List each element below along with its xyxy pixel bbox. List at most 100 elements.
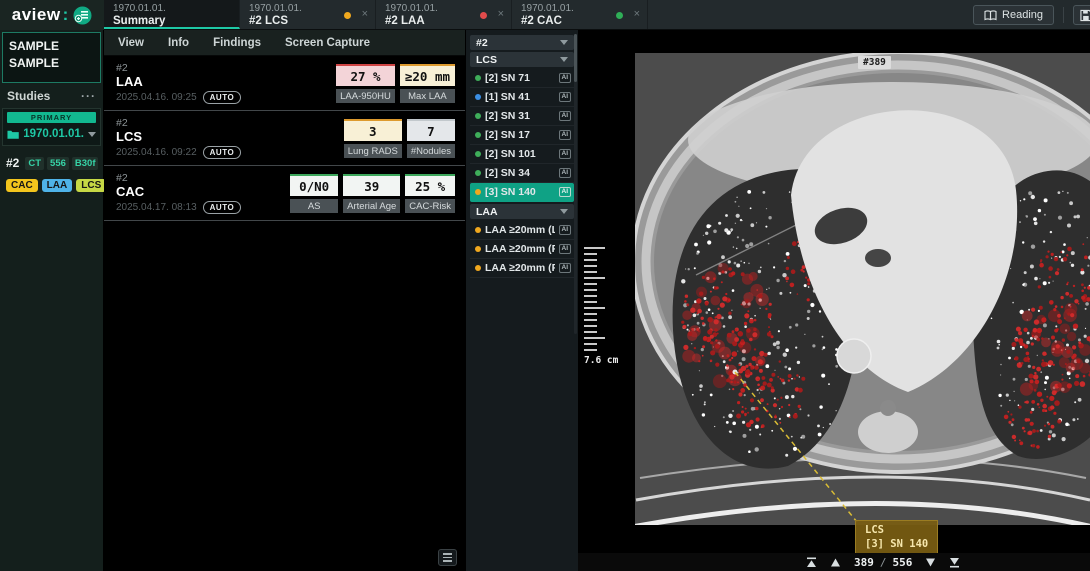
group-select-laa[interactable]: LAA	[470, 204, 574, 219]
tab-status-dot	[344, 12, 351, 19]
auto-mode-badge: AUTO	[203, 91, 242, 104]
annotation-subtitle: [3] SN 140	[865, 537, 928, 551]
metric-label: Max LAA	[400, 89, 455, 103]
chevron-down-icon	[560, 40, 568, 45]
thumbnail-list-button[interactable]	[438, 549, 457, 566]
tab-close-icon[interactable]: ×	[362, 7, 368, 21]
finding-item-2-sn-101[interactable]: [2] SN 101 AI	[470, 145, 574, 164]
topbar-actions: Reading	[973, 0, 1090, 30]
finding-item-laa-20mm-r[interactable]: LAA ≥20mm (R...AI	[470, 259, 574, 278]
first-slice-button[interactable]	[806, 557, 817, 568]
finding-item-2-sn-17[interactable]: [2] SN 17AI	[470, 126, 574, 145]
previous-slice-button[interactable]	[830, 557, 841, 568]
metric-label: CAC-Risk	[405, 199, 455, 213]
study-row[interactable]: 1970.01.01.	[7, 128, 96, 140]
finding-item-laa-20mm-l[interactable]: LAA ≥20mm (L...AI	[470, 221, 574, 240]
ai-badge: AI	[559, 92, 572, 102]
findings-scrollbar[interactable]	[574, 34, 577, 334]
ruler-tick	[584, 271, 597, 273]
ruler-tick	[584, 343, 597, 345]
summary-card-laa[interactable]: #2LAA2025.04.16. 09:25AUTO27 %LAA-950HU≥…	[104, 56, 465, 111]
select-value: #2	[476, 37, 560, 49]
metric-value: 27 %	[336, 64, 395, 86]
series-row[interactable]: #2 CT 556 B30f	[0, 146, 103, 170]
findings-panel: #2LCS[2] SN 71AI[1] SN 41AI[2] SN 31AI[2…	[465, 30, 578, 571]
summary-card-lcs[interactable]: #2LCS2025.04.16. 09:22AUTO3Lung RADS7#No…	[104, 111, 465, 166]
menu-item-view[interactable]: View	[118, 37, 144, 49]
menu-item-findings[interactable]: Findings	[213, 37, 261, 49]
last-slice-button[interactable]	[949, 557, 960, 568]
ruler-tick	[584, 349, 597, 351]
ct-viewer: #389 7.6 cm LCS [3] SN 140 389 / 556	[578, 30, 1090, 571]
metric-cac-risk: 25 %CAC-Risk	[405, 174, 455, 213]
save-icon	[1080, 9, 1090, 22]
finding-item-3-sn-140[interactable]: [3] SN 140AI	[470, 183, 574, 202]
finding-label: [2] SN 34	[485, 167, 555, 179]
finding-label: LAA ≥20mm (R...	[485, 243, 555, 255]
chevron-down-icon	[88, 132, 96, 137]
card-series-id: #2	[116, 62, 336, 74]
report-list-icon	[73, 6, 92, 25]
ruler-tick	[584, 283, 597, 285]
tab-2-laa[interactable]: 1970.01.01.#2 LAA×	[376, 0, 512, 29]
metric-label: AS	[290, 199, 338, 213]
ai-badge: AI	[559, 149, 572, 159]
ruler-tick	[584, 259, 597, 261]
spinal-canal	[880, 400, 896, 416]
select-value: LAA	[476, 206, 560, 218]
summary-card-cac[interactable]: #2CAC2025.04.17. 08:13AUTO0/N0AS39Arteri…	[104, 166, 465, 221]
metric-value: ≥20 mm	[400, 64, 455, 86]
finding-status-dot	[475, 265, 481, 271]
metric-value: 3	[344, 119, 402, 141]
finding-label: [2] SN 71	[485, 72, 555, 84]
reading-button[interactable]: Reading	[973, 5, 1054, 25]
finding-label: [2] SN 101	[485, 148, 555, 160]
book-icon	[984, 10, 997, 21]
studies-menu-button[interactable]: ···	[81, 89, 96, 103]
finding-status-dot	[475, 246, 481, 252]
group-select-lcs[interactable]: LCS	[470, 52, 574, 67]
finding-item-2-sn-34[interactable]: [2] SN 34AI	[470, 164, 574, 183]
patient-box[interactable]: SAMPLE SAMPLE	[2, 32, 101, 83]
series-select[interactable]: #2	[470, 35, 574, 50]
scale-ruler: 7.6 cm	[584, 247, 618, 366]
card-info: #2CAC2025.04.17. 08:13AUTO	[116, 172, 290, 220]
metric-as: 0/N0 AS	[290, 174, 338, 213]
total-slices: 556	[893, 556, 913, 569]
metric-label: Lung RADS	[344, 144, 402, 158]
finding-item-1-sn-41[interactable]: [1] SN 41AI	[470, 88, 574, 107]
next-slice-button[interactable]	[925, 557, 936, 568]
ruler-tick	[584, 301, 597, 303]
tab-close-icon[interactable]: ×	[634, 7, 640, 21]
app-logo: aview :	[0, 0, 104, 30]
menu-item-screen-capture[interactable]: Screen Capture	[285, 37, 370, 49]
finding-item-2-sn-31[interactable]: [2] SN 31AI	[470, 107, 574, 126]
study-box: PRIMARY 1970.01.01.	[2, 108, 101, 146]
finding-annotation[interactable]: LCS [3] SN 140	[855, 520, 938, 555]
menu-item-info[interactable]: Info	[168, 37, 189, 49]
menu-bar: View Info Findings Screen Capture	[104, 30, 465, 56]
summary-panel: ViewInfoFindingsScreen Capture #2LAA2025…	[104, 30, 465, 571]
finding-label: LAA ≥20mm (R...	[485, 262, 555, 274]
sidebar: SAMPLE SAMPLE Studies ··· PRIMARY 1970.0…	[0, 30, 104, 571]
metric-value: 0/N0	[290, 174, 338, 196]
ruler-tick	[584, 331, 597, 333]
ruler-tick	[584, 277, 605, 279]
metric-label: #Nodules	[407, 144, 455, 158]
logo-colon: :	[63, 5, 69, 25]
finding-status-dot	[475, 132, 481, 138]
card-meta: 2025.04.16. 09:22AUTO	[116, 146, 344, 159]
ruler-label: 7.6 cm	[584, 355, 618, 366]
patient-name-line1: SAMPLE	[9, 38, 94, 55]
auto-mode-badge: AUTO	[203, 146, 242, 159]
save-button[interactable]	[1073, 5, 1090, 25]
tab-2-lcs[interactable]: 1970.01.01.#2 LCS×	[240, 0, 376, 29]
finding-item-laa-20mm-r[interactable]: LAA ≥20mm (R...AI	[470, 240, 574, 259]
ct-canvas[interactable]	[578, 30, 1090, 553]
tab-summary[interactable]: 1970.01.01.Summary	[104, 0, 240, 29]
finding-label: LAA ≥20mm (L...	[485, 224, 555, 236]
card-datetime: 2025.04.16. 09:25	[116, 92, 197, 103]
finding-item-2-sn-71[interactable]: [2] SN 71AI	[470, 69, 574, 88]
tab-2-cac[interactable]: 1970.01.01.#2 CAC×	[512, 0, 648, 29]
tab-close-icon[interactable]: ×	[498, 7, 504, 21]
